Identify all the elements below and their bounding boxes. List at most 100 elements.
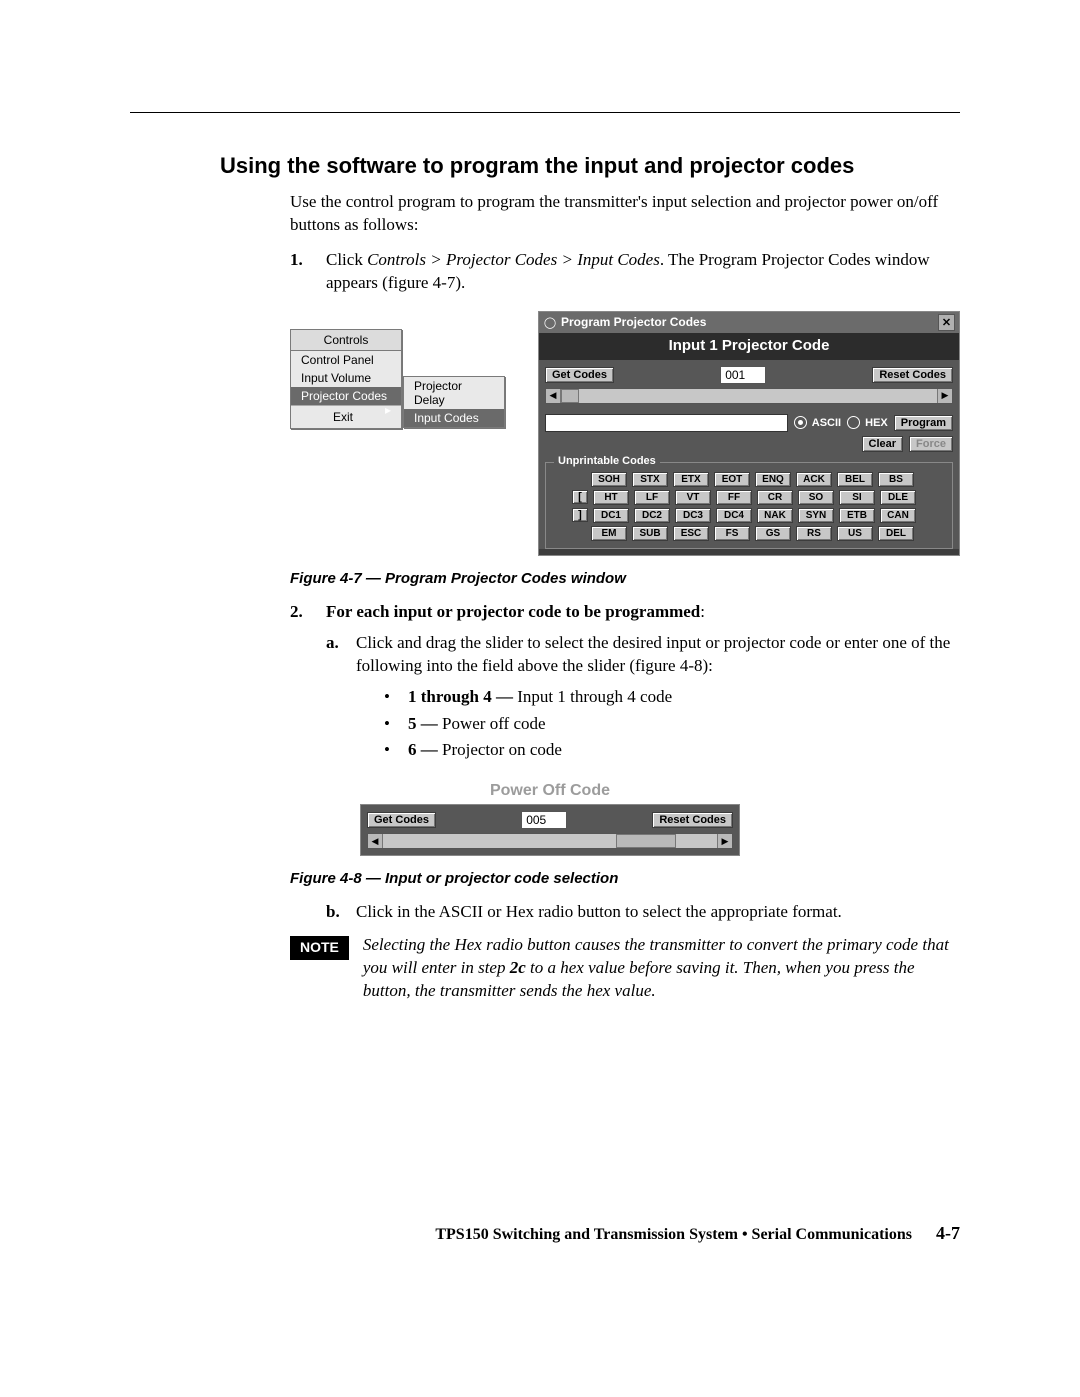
step-2-colon: : xyxy=(700,602,705,621)
code-cr[interactable]: CR xyxy=(757,490,793,505)
code-bel[interactable]: BEL xyxy=(837,472,873,487)
code-dc3[interactable]: DC3 xyxy=(675,508,711,523)
step-2-number: 2. xyxy=(290,601,326,771)
code-nak[interactable]: NAK xyxy=(757,508,793,523)
fig48-value-field[interactable]: 005 xyxy=(521,811,567,829)
code-row-3: EM SUB ESC FS GS RS US DEL xyxy=(572,526,946,541)
code-slider[interactable]: ◀ ▶ xyxy=(545,388,953,404)
step-1: 1. Click Controls > Projector Codes > In… xyxy=(290,249,960,295)
menu-item-projector-codes[interactable]: Projector Codes xyxy=(291,387,401,405)
code-row-0: SOH STX ETX EOT ENQ ACK BEL BS xyxy=(572,472,946,487)
slider-left-arrow-icon[interactable]: ◀ xyxy=(546,389,561,403)
submenu-projector-delay[interactable]: Projector Delay xyxy=(404,377,504,409)
code-esc[interactable]: ESC xyxy=(673,526,709,541)
menu-item-control-panel[interactable]: Control Panel xyxy=(291,351,401,369)
submenu-input-codes[interactable]: Input Codes xyxy=(404,409,504,427)
app-icon: ◯ xyxy=(543,315,557,329)
code-row-2: ] DC1 DC2 DC3 DC4 NAK SYN ETB CAN xyxy=(572,508,946,523)
code-em[interactable]: EM xyxy=(591,526,627,541)
clear-button[interactable]: Clear xyxy=(862,436,904,452)
note-step-ref: 2c xyxy=(510,958,526,977)
projector-codes-submenu[interactable]: Projector Delay Input Codes xyxy=(403,376,505,428)
unprintable-codes-legend: Unprintable Codes xyxy=(554,455,660,467)
code-del[interactable]: DEL xyxy=(878,526,914,541)
row1-lead[interactable]: [ xyxy=(572,490,588,504)
bullet-2-key: 6 — xyxy=(408,740,438,759)
code-value-field[interactable]: 001 xyxy=(720,366,766,384)
fig48-get-codes-button[interactable]: Get Codes xyxy=(367,812,436,828)
code-dc1[interactable]: DC1 xyxy=(593,508,629,523)
controls-menu[interactable]: Controls Control Panel Input Volume Proj… xyxy=(290,329,402,429)
note-block: NOTE Selecting the Hex radio button caus… xyxy=(290,934,960,1003)
controls-menu-title: Controls xyxy=(291,330,401,351)
code-row-1: [ HT LF VT FF CR SO SI DLE xyxy=(572,490,946,505)
code-sub[interactable]: SUB xyxy=(632,526,668,541)
code-bs[interactable]: BS xyxy=(878,472,914,487)
slider-right-arrow-icon[interactable]: ▶ xyxy=(937,389,952,403)
code-so[interactable]: SO xyxy=(798,490,834,505)
fig48-reset-codes-button[interactable]: Reset Codes xyxy=(652,812,733,828)
sub-b-text: Click in the ASCII or Hex radio button t… xyxy=(356,901,960,924)
window-title: Program Projector Codes xyxy=(561,315,934,329)
window-titlebar[interactable]: ◯ Program Projector Codes ✕ xyxy=(539,312,959,333)
code-can[interactable]: CAN xyxy=(880,508,916,523)
code-syn[interactable]: SYN xyxy=(798,508,834,523)
footer-page-number: 4-7 xyxy=(936,1223,960,1244)
sub-a-text: Click and drag the slider to select the … xyxy=(356,632,960,678)
ascii-radio-label: ASCII xyxy=(812,417,841,429)
code-text-input[interactable] xyxy=(545,414,788,432)
note-badge: NOTE xyxy=(290,936,349,960)
top-rule xyxy=(130,112,960,113)
fig48-slider[interactable]: ◀ ▶ xyxy=(367,833,733,849)
step-1-path: Controls > Projector Codes > Input Codes xyxy=(367,250,660,269)
code-rs[interactable]: RS xyxy=(796,526,832,541)
figure-4-7-caption: Figure 4-7 — Program Projector Codes win… xyxy=(290,570,960,587)
code-enq[interactable]: ENQ xyxy=(755,472,791,487)
sub-b-id: b. xyxy=(326,901,356,924)
code-ff[interactable]: FF xyxy=(716,490,752,505)
menu-cascade: Controls Control Panel Input Volume Proj… xyxy=(290,329,505,429)
code-fs[interactable]: FS xyxy=(714,526,750,541)
code-lf[interactable]: LF xyxy=(634,490,670,505)
force-button[interactable]: Force xyxy=(909,436,953,452)
bullet-dot-icon: • xyxy=(384,686,408,709)
ascii-radio[interactable] xyxy=(794,416,807,429)
bullet-1-key: 5 — xyxy=(408,714,438,733)
sub-a-id: a. xyxy=(326,632,356,678)
get-codes-button[interactable]: Get Codes xyxy=(545,367,614,383)
code-ack[interactable]: ACK xyxy=(796,472,832,487)
code-ht[interactable]: HT xyxy=(593,490,629,505)
code-vt[interactable]: VT xyxy=(675,490,711,505)
page-footer: TPS150 Switching and Transmission System… xyxy=(130,1223,960,1244)
code-gs[interactable]: GS xyxy=(755,526,791,541)
hex-radio[interactable] xyxy=(847,416,860,429)
fig48-slider-left-arrow-icon[interactable]: ◀ xyxy=(368,834,383,848)
code-us[interactable]: US xyxy=(837,526,873,541)
row2-lead[interactable]: ] xyxy=(572,508,588,522)
menu-item-input-volume[interactable]: Input Volume xyxy=(291,369,401,387)
code-etx[interactable]: ETX xyxy=(673,472,709,487)
step-1-body: Click Controls > Projector Codes > Input… xyxy=(326,249,960,295)
step-1-number: 1. xyxy=(290,249,326,295)
unprintable-codes-group: Unprintable Codes SOH STX ETX EOT ENQ AC… xyxy=(545,462,953,549)
figure-4-8-caption: Figure 4-8 — Input or projector code sel… xyxy=(290,870,960,887)
fig48-slider-right-arrow-icon[interactable]: ▶ xyxy=(717,834,732,848)
figure-4-7: Controls Control Panel Input Volume Proj… xyxy=(290,311,960,556)
window-header: Input 1 Projector Code xyxy=(539,333,959,360)
code-eot[interactable]: EOT xyxy=(714,472,750,487)
reset-codes-button[interactable]: Reset Codes xyxy=(872,367,953,383)
code-stx[interactable]: STX xyxy=(632,472,668,487)
close-icon[interactable]: ✕ xyxy=(938,314,955,331)
code-si[interactable]: SI xyxy=(839,490,875,505)
code-etb[interactable]: ETB xyxy=(839,508,875,523)
slider-thumb[interactable] xyxy=(561,389,579,403)
program-button[interactable]: Program xyxy=(894,415,953,431)
step-1-prefix: Click xyxy=(326,250,367,269)
code-dc4[interactable]: DC4 xyxy=(716,508,752,523)
hex-radio-label: HEX xyxy=(865,417,888,429)
fig48-slider-thumb[interactable] xyxy=(616,834,676,848)
code-dle[interactable]: DLE xyxy=(880,490,916,505)
figure-4-8: Power Off Code Get Codes 005 Reset Codes… xyxy=(360,782,740,856)
code-soh[interactable]: SOH xyxy=(591,472,627,487)
code-dc2[interactable]: DC2 xyxy=(634,508,670,523)
